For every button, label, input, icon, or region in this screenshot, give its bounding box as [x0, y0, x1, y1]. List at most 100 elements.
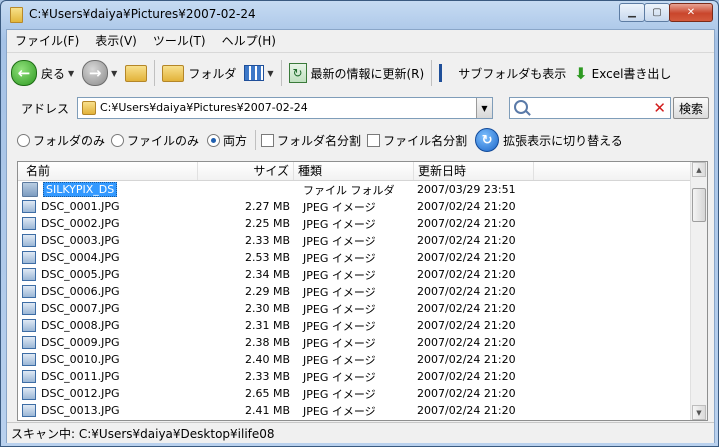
file-name: DSC_0004.JPG	[41, 251, 120, 264]
list-item[interactable]: SILKYPIX_DS ファイル フォルダ 2007/03/29 23:51	[18, 181, 691, 198]
excel-label: Excel書き出し	[591, 66, 672, 81]
file-name-cell: DSC_0005.JPG	[18, 268, 198, 281]
search-input[interactable]: ✕	[509, 97, 671, 119]
address-value: C:¥Users¥daiya¥Pictures¥2007-02-24	[100, 101, 308, 114]
file-name-cell: DSC_0004.JPG	[18, 251, 198, 264]
close-icon: ✕	[686, 7, 696, 18]
folder-icon	[162, 64, 185, 82]
clear-icon[interactable]: ✕	[653, 99, 666, 117]
file-size: 2.34 MB	[244, 268, 290, 281]
search-icon	[514, 100, 528, 114]
forward-button[interactable]: → ▼	[78, 58, 121, 88]
file-date: 2007/02/24 21:20	[417, 234, 516, 247]
check-folder-split-label: フォルダ名分割	[277, 133, 362, 148]
list-item[interactable]: DSC_0007.JPG 2.30 MB JPEG イメージ 2007/02/24 2…	[18, 300, 691, 317]
column-header-date[interactable]: 更新日時	[414, 162, 534, 180]
list-item[interactable]: DSC_0010.JPG 2.40 MB JPEG イメージ 2007/02/24 2…	[18, 351, 691, 368]
back-label: 戻る	[41, 66, 66, 81]
file-list[interactable]: 名前 サイズ 種類 更新日時 SILKYPIX_DS ファイル フォルダ 2007/…	[17, 161, 708, 421]
up-folder-button[interactable]	[121, 58, 151, 88]
file-name-cell: DSC_0010.JPG	[18, 353, 198, 366]
file-name-cell: DSC_0003.JPG	[18, 234, 198, 247]
column-header-name[interactable]: 名前	[18, 162, 198, 180]
back-button[interactable]: ← 戻る ▼	[7, 58, 78, 88]
file-name-cell: DSC_0001.JPG	[18, 200, 198, 213]
file-date: 2007/02/24 21:20	[417, 319, 516, 332]
checkbox	[367, 133, 381, 147]
search-button[interactable]: 検索	[673, 97, 709, 119]
file-type: JPEG イメージ	[303, 370, 376, 384]
file-date: 2007/02/24 21:20	[417, 404, 516, 417]
folder-button[interactable]: フォルダ	[158, 58, 240, 88]
address-dropdown-button[interactable]: ▼	[476, 98, 492, 118]
minimize-button[interactable]: ▁	[619, 3, 645, 22]
file-size: 2.30 MB	[244, 302, 290, 315]
radio-folder-only[interactable]: フォルダのみ	[17, 132, 105, 149]
file-date: 2007/02/24 21:20	[417, 251, 516, 264]
list-item[interactable]: DSC_0005.JPG 2.34 MB JPEG イメージ 2007/02/24 2…	[18, 266, 691, 283]
file-name-cell: SILKYPIX_DS	[18, 182, 198, 197]
menu-file[interactable]: ファイル(F)	[7, 32, 87, 49]
menu-view[interactable]: 表示(V)	[87, 32, 145, 49]
check-file-split[interactable]: ファイル名分割	[367, 132, 467, 149]
file-date: 2007/02/24 21:20	[417, 370, 516, 383]
menu-tools[interactable]: ツール(T)	[145, 32, 214, 49]
image-file-icon	[22, 268, 36, 281]
list-item[interactable]: DSC_0012.JPG 2.65 MB JPEG イメージ 2007/02/24 2…	[18, 385, 691, 402]
file-name-cell: DSC_0008.JPG	[18, 319, 198, 332]
menu-bar: ファイル(F) 表示(V) ツール(T) ヘルプ(H)	[7, 30, 714, 50]
image-file-icon	[22, 387, 36, 400]
file-date: 2007/02/24 21:20	[417, 302, 516, 315]
file-type: JPEG イメージ	[303, 387, 376, 401]
subfolder-button[interactable]: サブフォルダも表示	[435, 58, 570, 88]
file-type: JPEG イメージ	[303, 319, 376, 333]
scroll-down-button[interactable]: ▼	[692, 405, 706, 420]
check-folder-split[interactable]: フォルダ名分割	[261, 132, 361, 149]
subfolder-tree-icon	[439, 64, 456, 82]
list-item[interactable]: DSC_0006.JPG 2.29 MB JPEG イメージ 2007/02/24 2…	[18, 283, 691, 300]
image-file-icon	[22, 285, 36, 298]
file-date: 2007/02/24 21:20	[417, 268, 516, 281]
toolbar-separator	[154, 60, 156, 86]
vertical-scrollbar[interactable]: ▲ ▼	[690, 162, 707, 420]
scroll-up-button[interactable]: ▲	[692, 162, 706, 177]
file-name-cell: DSC_0013.JPG	[18, 404, 198, 417]
expand-view-button[interactable]: ↻ 拡張表示に切り替える	[475, 128, 623, 152]
file-type: JPEG イメージ	[303, 336, 376, 350]
excel-export-button[interactable]: ⬇ Excel書き出し	[570, 58, 675, 88]
file-name: DSC_0013.JPG	[41, 404, 120, 417]
file-date: 2007/02/24 21:20	[417, 353, 516, 366]
image-file-icon	[22, 200, 36, 213]
radio-file-only[interactable]: ファイルのみ	[111, 132, 199, 149]
list-item[interactable]: DSC_0001.JPG 2.27 MB JPEG イメージ 2007/02/24 2…	[18, 198, 691, 215]
subfolder-label: サブフォルダも表示	[458, 66, 567, 81]
folder-icon	[22, 182, 38, 197]
list-item[interactable]: DSC_0011.JPG 2.33 MB JPEG イメージ 2007/02/24 2…	[18, 368, 691, 385]
radio-both[interactable]: 両方	[207, 132, 247, 149]
file-name-cell: DSC_0012.JPG	[18, 387, 198, 400]
address-field[interactable]: C:¥Users¥daiya¥Pictures¥2007-02-24 ▼	[77, 97, 493, 119]
chevron-down-icon: ▼	[111, 68, 118, 78]
image-file-icon	[22, 404, 36, 417]
file-name: SILKYPIX_DS	[43, 182, 118, 197]
list-item[interactable]: DSC_0013.JPG 2.41 MB JPEG イメージ 2007/02/24 2…	[18, 402, 691, 419]
file-name: DSC_0008.JPG	[41, 319, 120, 332]
options-row: フォルダのみ ファイルのみ 両方 フォルダ名分割 ファイル名分割 ↻ 拡張表示に…	[7, 126, 714, 154]
scroll-thumb[interactable]	[692, 188, 706, 222]
column-header-size[interactable]: サイズ	[198, 162, 294, 180]
list-item[interactable]: DSC_0009.JPG 2.38 MB JPEG イメージ 2007/02/24 2…	[18, 334, 691, 351]
list-item[interactable]: DSC_0004.JPG 2.53 MB JPEG イメージ 2007/02/24 2…	[18, 249, 691, 266]
check-file-split-label: ファイル名分割	[383, 133, 468, 148]
view-mode-button[interactable]: ▼	[240, 58, 277, 88]
menu-help[interactable]: ヘルプ(H)	[214, 32, 284, 49]
list-item[interactable]: DSC_0002.JPG 2.25 MB JPEG イメージ 2007/02/24 2…	[18, 215, 691, 232]
refresh-button[interactable]: ↻ 最新の情報に更新(R)	[285, 58, 429, 88]
column-header-type[interactable]: 種類	[294, 162, 414, 180]
back-arrow-icon: ←	[11, 60, 37, 86]
list-item[interactable]: DSC_0003.JPG 2.33 MB JPEG イメージ 2007/02/24 2…	[18, 232, 691, 249]
maximize-button[interactable]: ▢	[644, 3, 670, 22]
close-button[interactable]: ✕	[669, 3, 713, 22]
title-bar[interactable]: C:¥Users¥daiya¥Pictures¥2007-02-24 ▁ ▢ ✕	[1, 1, 718, 29]
list-header: 名前 サイズ 種類 更新日時	[18, 162, 691, 181]
list-item[interactable]: DSC_0008.JPG 2.31 MB JPEG イメージ 2007/02/24 2…	[18, 317, 691, 334]
